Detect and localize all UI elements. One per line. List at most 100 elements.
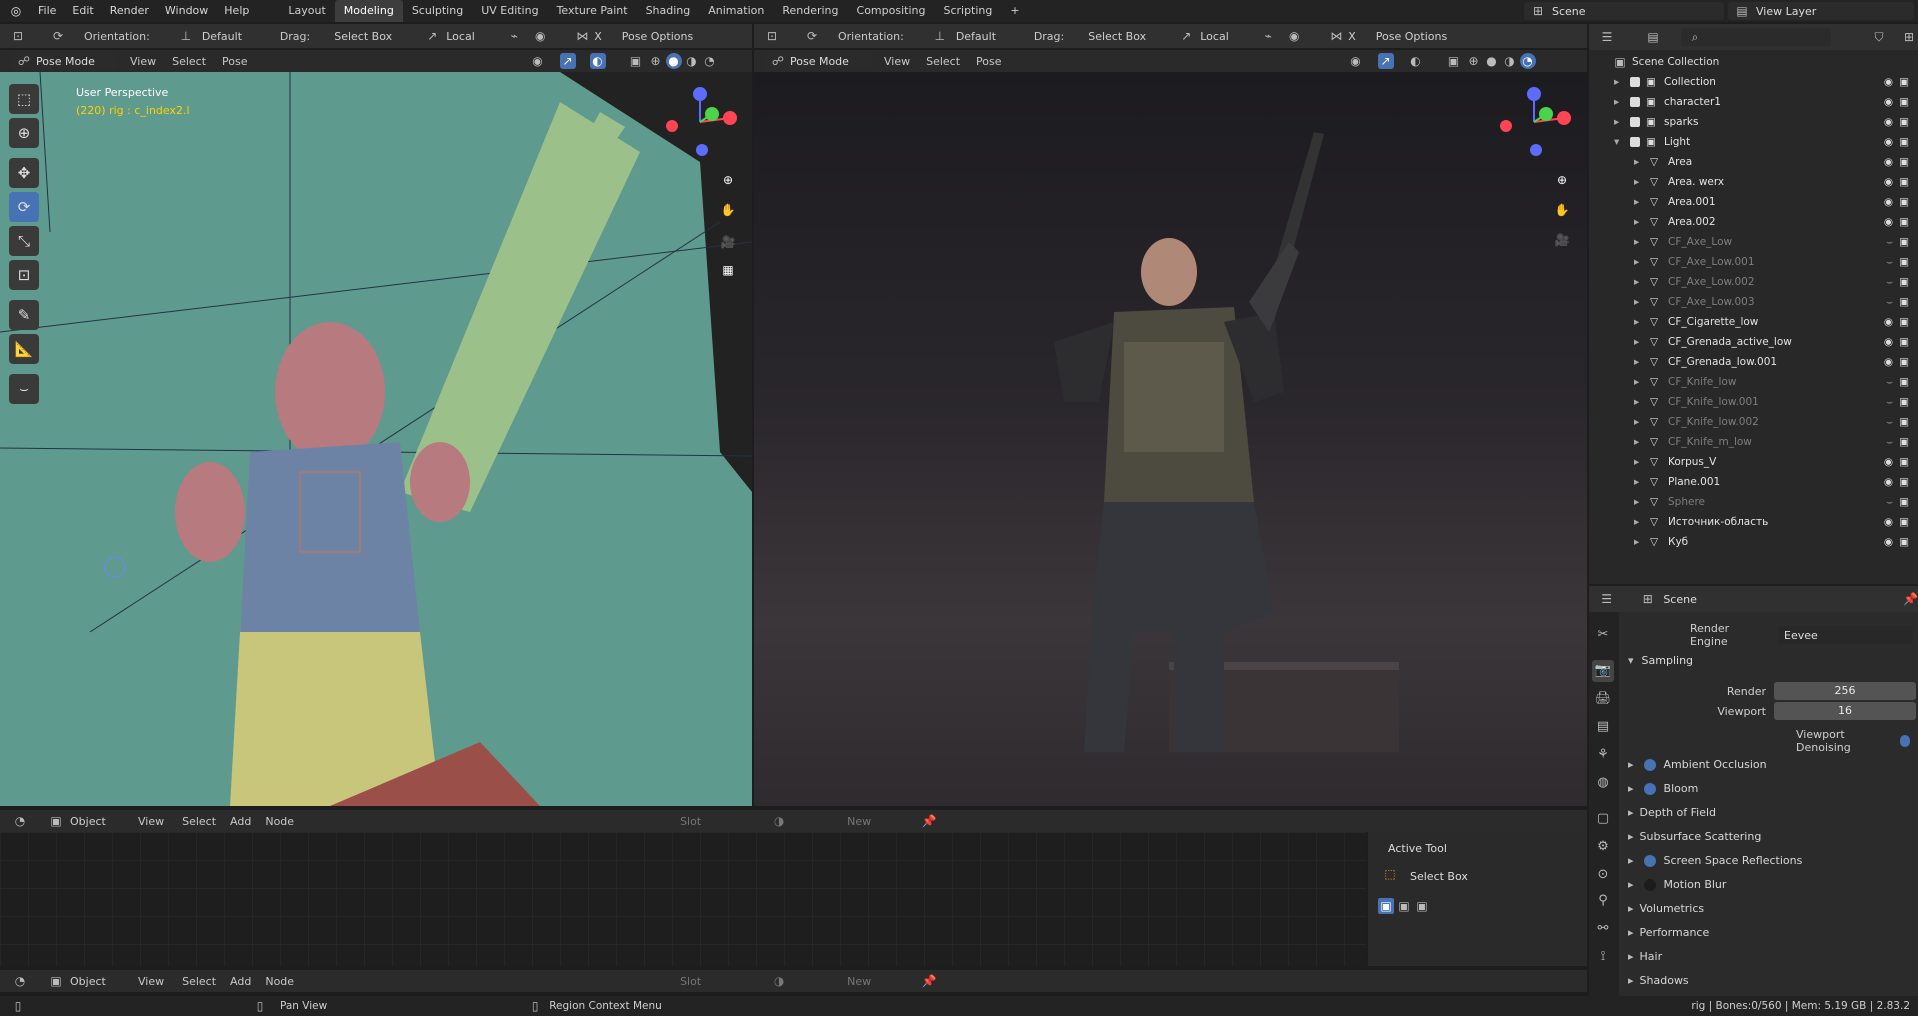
- properties-subpanel[interactable]: ▸ Motion Blur: [1628, 878, 1726, 891]
- hide-eye-icon[interactable]: ◉: [1884, 536, 1893, 548]
- material-shading-icon[interactable]: ◑: [1502, 53, 1518, 69]
- outliner-item[interactable]: ▾ ▣ Light ◉ ▣: [1590, 132, 1915, 152]
- select-mode-new-icon[interactable]: ▣: [1378, 898, 1394, 914]
- menu-select[interactable]: Select: [172, 55, 206, 68]
- tab-sculpting[interactable]: Sculpting: [403, 0, 472, 22]
- menu-window[interactable]: Window: [157, 0, 216, 22]
- hide-eye-icon[interactable]: ◉: [1884, 456, 1893, 468]
- expand-arrow-icon[interactable]: ▸: [1634, 276, 1644, 288]
- render-camera-icon[interactable]: ▣: [1899, 276, 1909, 288]
- outliner-item[interactable]: ▸ ▽ Plane.001 ◉ ▣: [1590, 472, 1915, 492]
- properties-subpanel[interactable]: ▸ Performance: [1628, 926, 1709, 939]
- rendered-shading-icon[interactable]: ◔: [1519, 53, 1536, 69]
- tab-modeling[interactable]: Modeling: [334, 0, 403, 22]
- editor-type-icon[interactable]: ⊡: [10, 28, 26, 44]
- hide-eye-icon[interactable]: ◉: [1884, 216, 1893, 228]
- object-tab-icon[interactable]: ▢: [1592, 808, 1614, 830]
- hide-eye-icon[interactable]: ⌣: [1886, 436, 1893, 449]
- menu-select[interactable]: Select: [926, 55, 960, 68]
- tab-uv-editing[interactable]: UV Editing: [472, 0, 547, 22]
- editor-type-icon[interactable]: ⊡: [764, 28, 780, 44]
- viewport-denoising-checkbox[interactable]: [1899, 735, 1910, 747]
- render-camera-icon[interactable]: ▣: [1899, 496, 1909, 508]
- solid-shading-icon[interactable]: ●: [665, 53, 682, 69]
- outliner-item[interactable]: ▸ ▽ CF_Axe_Low.002 ⌣ ▣: [1590, 272, 1915, 292]
- output-tab-icon[interactable]: 🖨: [1592, 688, 1614, 710]
- viewport-samples-field[interactable]: 16: [1774, 702, 1916, 720]
- render-camera-icon[interactable]: ▣: [1899, 456, 1909, 468]
- material-shading-icon[interactable]: ◑: [684, 53, 700, 69]
- tab-texture-paint[interactable]: Texture Paint: [548, 0, 637, 22]
- pose-options-dropdown[interactable]: Pose Options: [622, 30, 693, 43]
- properties-subpanel[interactable]: ▸ Subsurface Scattering: [1628, 830, 1761, 843]
- pin-icon[interactable]: 📌: [921, 813, 937, 829]
- gizmo-icon[interactable]: ↗: [1377, 53, 1394, 69]
- outliner-item[interactable]: ▸ ▽ Источник-область ◉ ▣: [1590, 512, 1915, 532]
- node-editor-canvas[interactable]: [0, 832, 1366, 966]
- xray-icon[interactable]: ▣: [628, 53, 644, 69]
- blender-logo-icon[interactable]: ◎: [8, 3, 24, 19]
- hide-eye-icon[interactable]: ⌣: [1886, 376, 1893, 389]
- menu-node[interactable]: Node: [265, 975, 294, 988]
- properties-subpanel[interactable]: ▸ Ambient Occlusion: [1628, 758, 1767, 771]
- sampling-panel-header[interactable]: ▾ Sampling: [1628, 654, 1693, 667]
- measure-tool[interactable]: 📐: [9, 334, 39, 364]
- hide-eye-icon[interactable]: ⌣: [1886, 276, 1893, 289]
- slot-dropdown[interactable]: Slot: [680, 975, 701, 988]
- outliner-item[interactable]: ▸ ▽ CF_Knife_low.001 ⌣ ▣: [1590, 392, 1915, 412]
- tab-rendering[interactable]: Rendering: [773, 0, 847, 22]
- properties-subpanel[interactable]: ▸ Screen Space Reflections: [1628, 854, 1802, 867]
- render-camera-icon[interactable]: ▣: [1899, 116, 1909, 128]
- xray-icon[interactable]: ▣: [1446, 53, 1462, 69]
- orientation-dropdown[interactable]: Default: [956, 30, 1012, 43]
- hide-eye-icon[interactable]: ⌣: [1886, 496, 1893, 509]
- particles-tab-icon[interactable]: ⊙: [1592, 864, 1614, 886]
- view-layer-tab-icon[interactable]: ▤: [1592, 716, 1614, 738]
- solid-shading-icon[interactable]: ●: [1484, 53, 1500, 69]
- editor-type-icon[interactable]: ◔: [12, 813, 28, 829]
- outliner-item[interactable]: ▸ ▽ CF_Axe_Low ⌣ ▣: [1590, 232, 1915, 252]
- navigation-gizmo[interactable]: [1494, 82, 1574, 162]
- menu-select[interactable]: Select: [182, 975, 216, 988]
- render-camera-icon[interactable]: ▣: [1899, 396, 1909, 408]
- menu-pose[interactable]: Pose: [222, 55, 247, 68]
- expand-arrow-icon[interactable]: ▸: [1634, 436, 1644, 448]
- menu-node[interactable]: Node: [265, 815, 294, 828]
- expand-arrow-icon[interactable]: ▸: [1634, 176, 1644, 188]
- mirror-axis-x[interactable]: X: [1348, 30, 1356, 43]
- outliner-item[interactable]: ▸ ▽ CF_Axe_Low.001 ⌣ ▣: [1590, 252, 1915, 272]
- render-camera-icon[interactable]: ▣: [1899, 316, 1909, 328]
- wireframe-shading-icon[interactable]: ⊕: [648, 53, 664, 69]
- transform-dropdown[interactable]: Local: [1200, 30, 1250, 43]
- scene-tab-icon[interactable]: ⚘: [1592, 744, 1614, 766]
- render-camera-icon[interactable]: ▣: [1899, 536, 1909, 548]
- collection-checkbox[interactable]: [1630, 137, 1640, 147]
- mode-dropdown[interactable]: ☍ Pose Mode: [10, 52, 118, 70]
- gizmo-icon[interactable]: ↗: [559, 53, 576, 69]
- render-camera-icon[interactable]: ▣: [1899, 376, 1909, 388]
- hide-eye-icon[interactable]: ◉: [1884, 176, 1893, 188]
- menu-add[interactable]: Add: [230, 815, 251, 828]
- expand-arrow-icon[interactable]: ▸: [1634, 156, 1644, 168]
- tab-compositing[interactable]: Compositing: [848, 0, 935, 22]
- menu-view[interactable]: View: [138, 815, 164, 828]
- outliner-item[interactable]: ▸ ▽ CF_Grenada_low.001 ◉ ▣: [1590, 352, 1915, 372]
- visibility-icon[interactable]: ◉: [1348, 53, 1364, 69]
- properties-subpanel[interactable]: ▸ Volumetrics: [1628, 902, 1704, 915]
- navigation-gizmo[interactable]: [660, 82, 740, 162]
- render-camera-icon[interactable]: ▣: [1899, 236, 1909, 248]
- menu-edit[interactable]: Edit: [64, 0, 101, 22]
- slot-dropdown[interactable]: Slot: [680, 815, 701, 828]
- outliner-item[interactable]: ▸ ▣ character1 ◉ ▣: [1590, 92, 1915, 112]
- snap-icon[interactable]: ⌁: [506, 28, 522, 44]
- wireframe-shading-icon[interactable]: ⊕: [1466, 53, 1482, 69]
- data-tab-icon[interactable]: ⟟: [1592, 946, 1614, 968]
- render-camera-icon[interactable]: ▣: [1899, 436, 1909, 448]
- hide-eye-icon[interactable]: ◉: [1884, 136, 1893, 148]
- panel-enable-toggle[interactable]: [1643, 758, 1656, 771]
- overlay-icon[interactable]: ◐: [1408, 53, 1424, 69]
- proportional-icon[interactable]: ◉: [532, 28, 548, 44]
- mirror-axis-x[interactable]: X: [594, 30, 602, 43]
- render-camera-icon[interactable]: ▣: [1899, 256, 1909, 268]
- render-camera-icon[interactable]: ▣: [1899, 196, 1909, 208]
